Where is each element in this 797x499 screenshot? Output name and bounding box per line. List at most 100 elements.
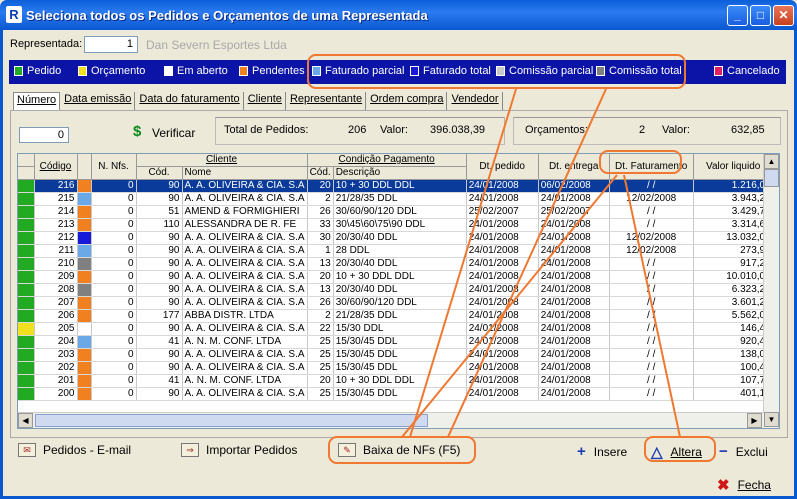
sort-tabs: Número Data emissão Data do faturamento Cli… xyxy=(13,92,504,110)
col-dt-entrega[interactable]: Dt. entrega xyxy=(538,154,610,181)
col-cond-cod[interactable]: Cód. xyxy=(307,166,334,181)
cell-nfs: 0 xyxy=(91,179,137,194)
table-row[interactable]: 200 0 90 A. A. OLIVEIRA & CIA. S.A 25 15/30/4… xyxy=(18,387,774,402)
table-row[interactable]: 203 0 90 A. A. OLIVEIRA & CIA. S.A 25 15/30/4… xyxy=(18,348,774,363)
table-row[interactable]: 201 0 41 A. N. M. CONF. LTDA 20 10 + 30 DDL D… xyxy=(18,374,774,389)
cell-cli-nome: A. A. OLIVEIRA & CIA. S.A xyxy=(182,348,308,363)
fecha-button[interactable]: ✖ Fecha xyxy=(717,476,771,494)
row-status-indicator xyxy=(77,205,92,220)
baixa-nfs-button[interactable]: ✎ Baixa de NFs (F5) xyxy=(338,443,460,457)
table-row[interactable]: 212 0 90 A. A. OLIVEIRA & CIA. S.A 30 20/30/4… xyxy=(18,231,774,246)
horizontal-scrollbar[interactable]: ◀ ▶ xyxy=(18,412,764,428)
cell-cond-desc: 30/60/90/120 DDL xyxy=(333,205,467,220)
table-row[interactable]: 209 0 90 A. A. OLIVEIRA & CIA. S.A 20 10 + 30… xyxy=(18,270,774,285)
table-row[interactable]: 216 0 90 A. A. OLIVEIRA & CIA. S.A 20 10 + 30… xyxy=(18,179,774,194)
scroll-thumb[interactable] xyxy=(764,169,779,187)
importar-pedidos-button[interactable]: ⇒ Importar Pedidos xyxy=(181,443,297,457)
table-row[interactable]: 202 0 90 A. A. OLIVEIRA & CIA. S.A 25 15/30/4… xyxy=(18,361,774,376)
hscroll-thumb[interactable] xyxy=(35,414,428,427)
orders-grid[interactable]: Código N. Nfs. Cliente Condição Pagament… xyxy=(17,153,780,429)
cell-dt-pedido: 25/02/2007 xyxy=(466,205,539,220)
table-row[interactable]: 205 0 90 A. A. OLIVEIRA & CIA. S.A 22 15/30 D… xyxy=(18,322,774,337)
search-input[interactable]: 0 xyxy=(19,127,69,143)
cell-dt-entrega: 24/01/2008 xyxy=(538,309,610,324)
tab-4[interactable]: Representante xyxy=(287,92,367,110)
cell-nfs: 0 xyxy=(91,361,137,376)
cell-valor: 3.601,28 xyxy=(693,296,774,311)
scroll-up-icon[interactable]: ▲ xyxy=(764,154,779,169)
representada-code-input[interactable]: 1 xyxy=(84,36,138,53)
cell-cli-cod: 90 xyxy=(136,257,183,272)
cell-nfs: 0 xyxy=(91,257,137,272)
cell-cli-cod: 90 xyxy=(136,244,183,259)
tab-6[interactable]: Vendedor xyxy=(448,92,503,110)
legend-label: Cancelado xyxy=(727,65,780,77)
table-row[interactable]: 206 0 177 ABBA DISTR. LTDA 2 21/28/35 DDL 24/0… xyxy=(18,309,774,324)
table-row[interactable]: 210 0 90 A. A. OLIVEIRA & CIA. S.A 13 20/30/4… xyxy=(18,257,774,272)
minus-icon: − xyxy=(719,443,728,460)
col-valor-liquido[interactable]: Valor liquido xyxy=(693,154,774,181)
cell-valor: 10.010,00 xyxy=(693,270,774,285)
col-cliente[interactable]: Cliente xyxy=(136,154,308,168)
row-type-indicator xyxy=(18,257,35,272)
exclui-button[interactable]: − Exclui xyxy=(719,443,768,460)
representada-name: Dan Severn Esportes Ltda xyxy=(146,38,287,52)
verify-button[interactable]: Verificar xyxy=(152,126,195,140)
row-type-indicator xyxy=(18,335,35,350)
table-row[interactable]: 215 0 90 A. A. OLIVEIRA & CIA. S.A 2 21/28/35… xyxy=(18,192,774,207)
table-row[interactable]: 208 0 90 A. A. OLIVEIRA & CIA. S.A 13 20/30/4… xyxy=(18,283,774,298)
minimize-button[interactable]: _ xyxy=(727,5,748,26)
cell-dt-fat: / / xyxy=(609,257,694,272)
cell-dt-entrega: 24/01/2008 xyxy=(538,322,610,337)
tab-5[interactable]: Ordem compra xyxy=(367,92,448,110)
tab-2[interactable]: Data do faturamento xyxy=(136,92,244,110)
vertical-scrollbar[interactable]: ▲ ▼ xyxy=(763,154,779,428)
table-row[interactable]: 204 0 41 A. N. M. CONF. LTDA 25 15/30/45 DDL 2… xyxy=(18,335,774,350)
row-status-indicator xyxy=(77,257,92,272)
cell-cond-cod: 25 xyxy=(307,361,334,376)
cell-cli-nome: A. A. OLIVEIRA & CIA. S.A xyxy=(182,270,308,285)
status-legend: Pedido Orçamento Em aberto Pendentes Faturad… xyxy=(9,60,786,84)
row-type-indicator xyxy=(18,179,35,194)
scroll-left-icon[interactable]: ◀ xyxy=(18,413,33,428)
col-dt-faturamento[interactable]: Dt. Faturamento xyxy=(609,154,694,181)
scroll-down-icon[interactable]: ▼ xyxy=(764,412,779,427)
dollar-icon[interactable]: $ xyxy=(133,123,146,141)
cell-cli-nome: AMEND & FORMIGHIERI xyxy=(182,205,308,220)
col-codigo[interactable]: Código xyxy=(34,154,78,181)
scroll-right-icon[interactable]: ▶ xyxy=(747,413,762,428)
cell-nfs: 0 xyxy=(91,218,137,233)
cell-cli-cod: 41 xyxy=(136,335,183,350)
insere-button[interactable]: + Insere xyxy=(577,443,627,460)
table-row[interactable]: 207 0 90 A. A. OLIVEIRA & CIA. S.A 26 30/60/9… xyxy=(18,296,774,311)
pedidos-email-button[interactable]: ✉ Pedidos - E-mail xyxy=(18,443,131,457)
table-row[interactable]: 213 0 110 ALESSANDRA DE R. FE 33 30\45\60\75\… xyxy=(18,218,774,233)
cell-valor: 5.562,00 xyxy=(693,309,774,324)
col-cliente-nome[interactable]: Nome xyxy=(182,166,308,181)
close-button[interactable]: ✕ xyxy=(773,5,794,26)
cell-codigo: 202 xyxy=(34,361,78,376)
maximize-button[interactable]: □ xyxy=(750,5,771,26)
cell-nfs: 0 xyxy=(91,387,137,402)
table-row[interactable]: 211 0 90 A. A. OLIVEIRA & CIA. S.A 1 28 DDL 24… xyxy=(18,244,774,259)
cell-cond-desc: 10 + 30 DDL DDL xyxy=(333,374,467,389)
table-row[interactable]: 214 0 51 AMEND & FORMIGHIERI 26 30/60/90/120 … xyxy=(18,205,774,220)
col-cond-desc[interactable]: Descrição xyxy=(333,166,467,181)
col-nfs[interactable]: N. Nfs. xyxy=(91,154,137,181)
cell-valor: 13.032,00 xyxy=(693,231,774,246)
altera-button[interactable]: △ Altera xyxy=(651,443,702,461)
legend-item-3: Pendentes xyxy=(239,65,305,77)
legend-item-1: Orçamento xyxy=(78,65,145,77)
col-dt-pedido[interactable]: Dt. pedido xyxy=(466,154,539,181)
cell-nfs: 0 xyxy=(91,270,137,285)
cell-dt-entrega: 24/01/2008 xyxy=(538,270,610,285)
col-cond-pagamento[interactable]: Condição Pagamento xyxy=(307,154,467,168)
col-cliente-cod[interactable]: Cód. xyxy=(136,166,183,181)
cell-cli-nome: A. A. OLIVEIRA & CIA. S.A xyxy=(182,322,308,337)
tab-0[interactable]: Número xyxy=(13,92,61,110)
row-type-indicator xyxy=(18,309,35,324)
tab-3[interactable]: Cliente xyxy=(245,92,286,110)
cell-dt-fat: 12/02/2008 xyxy=(609,244,694,259)
cell-dt-fat: / / xyxy=(609,387,694,402)
tab-1[interactable]: Data emissão xyxy=(61,92,136,110)
